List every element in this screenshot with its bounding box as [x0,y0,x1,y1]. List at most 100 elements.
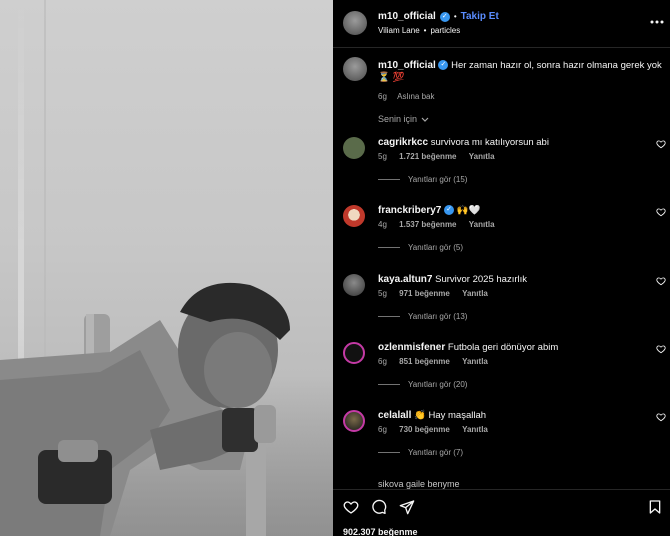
verified-badge-icon: ✓ [438,60,449,71]
sort-dropdown[interactable]: Senin için [378,114,429,124]
reply-button[interactable]: Yanıtla [462,425,488,434]
caption-block: m10_official ✓ Her zaman hazır ol, sonra… [378,60,663,103]
caption-username[interactable]: m10_official [378,60,436,71]
comment-avatar[interactable] [343,410,365,432]
caption-emoji: ⏳ 💯 [378,72,405,83]
comment-likes[interactable]: 1.721 beğenme [399,152,456,161]
comment-username[interactable]: kaya.altun7 [378,274,432,285]
comment-avatar[interactable] [343,205,365,227]
replies-divider [378,179,400,180]
reply-button[interactable]: Yanıtla [469,220,495,229]
comment-meta: 6g 851 beğenme Yanıtla [378,357,498,366]
like-comment-heart-icon[interactable] [656,207,666,217]
chevron-down-icon [421,117,429,122]
comment-age: 5g [378,289,387,298]
comment-avatar[interactable] [343,137,365,159]
sort-label: Senin için [378,114,418,124]
replies-divider [378,247,400,248]
post-like-count[interactable]: 902.307 beğenme [343,527,418,536]
comment-text: Futbola geri dönüyor abim [447,342,559,353]
comment-item: celalall 👏 Hay maşallah 6g 730 beğenme Y… [333,410,670,478]
comment-meta: 4g 1.537 beğenme Yanıtla [378,220,505,229]
comment-meta: 6g 730 beğenme Yanıtla [378,425,498,434]
post-photo [0,0,290,536]
comment-item: cagrikrkcc survivora mı katılıyorsun abi… [333,137,670,205]
author-username[interactable]: m10_official [378,11,436,22]
comment-likes[interactable]: 730 beğenme [399,425,450,434]
view-replies-label: Yanıtları gör (7) [408,448,463,457]
header-title-row: m10_official ✓ • Takip Et [378,11,499,22]
comment-likes[interactable]: 851 beğenme [399,357,450,366]
partially-visible-comment: sikova gaile benyme [378,479,460,489]
comment-body: celalall 👏 Hay maşallah [378,410,638,422]
comment-item: ozlenmisfener Futbola geri dönüyor abim … [333,342,670,410]
comment-age: 6g [378,425,387,434]
comment-item: kaya.altun7 Survivor 2025 hazırlık 5g 97… [333,274,670,342]
header-separator: • [453,12,457,21]
comment-text: 👏 Hay maşallah [414,410,487,421]
action-bar: 902.307 beğenme [333,489,670,536]
share-paper-plane-icon[interactable] [399,499,415,515]
verified-badge-icon: ✓ [439,11,450,22]
post-media[interactable] [0,0,333,536]
comment-text: survivora mı katılıyorsun abi [430,137,549,148]
comment-text: Survivor 2025 hazırlık [435,274,527,285]
comment-age: 6g [378,357,387,366]
view-replies-link[interactable]: Yanıtları gör (5) [378,243,463,252]
view-replies-label: Yanıtları gör (5) [408,243,463,252]
view-replies-link[interactable]: Yanıtları gör (20) [378,380,467,389]
reply-button[interactable]: Yanıtla [462,289,488,298]
author-avatar[interactable] [343,11,367,35]
audio-artist-link[interactable]: Viliam Lane [378,26,420,35]
comment-age: 5g [378,152,387,161]
more-options-icon[interactable] [650,20,664,24]
replies-divider [378,452,400,453]
replies-divider [378,384,400,385]
audio-separator: • [423,26,427,35]
caption-meta: 6g Aslına bak [378,91,663,103]
caption-avatar[interactable] [343,57,367,81]
reply-button[interactable]: Yanıtla [469,152,495,161]
comment-username[interactable]: cagrikrkcc [378,137,428,148]
audio-row: Viliam Lane • particles [378,26,460,35]
view-replies-label: Yanıtları gör (15) [408,175,468,184]
view-replies-link[interactable]: Yanıtları gör (15) [378,175,467,184]
comment-avatar[interactable] [343,342,365,364]
caption-age: 6g [378,92,387,101]
comment-body: kaya.altun7 Survivor 2025 hazırlık [378,274,638,286]
view-replies-link[interactable]: Yanıtları gör (7) [378,448,463,457]
caption-text: Her zaman hazır ol, sonra hazır olmana g… [451,60,662,71]
comment-body: ozlenmisfener Futbola geri dönüyor abim [378,342,638,354]
audio-track-link[interactable]: particles [430,26,460,35]
verified-badge-icon: ✓ [444,205,455,216]
like-comment-heart-icon[interactable] [656,276,666,286]
comment-item: franckribery7 ✓ 🙌🤍 4g 1.537 beğenme Yanı… [333,205,670,273]
like-heart-icon[interactable] [343,499,359,515]
see-translation-link[interactable]: Aslına bak [397,92,434,101]
follow-button[interactable]: Takip Et [461,11,499,22]
comment-username[interactable]: franckribery7 [378,205,441,216]
comment-meta: 5g 971 beğenme Yanıtla [378,289,498,298]
post-header: m10_official ✓ • Takip Et Viliam Lane • … [333,0,670,48]
comment-avatar[interactable] [343,274,365,296]
save-bookmark-icon[interactable] [647,499,663,515]
comment-text: 🙌🤍 [456,205,481,216]
comment-body: cagrikrkcc survivora mı katılıyorsun abi [378,137,638,149]
reply-button[interactable]: Yanıtla [462,357,488,366]
view-replies-label: Yanıtları gör (13) [408,312,468,321]
like-comment-heart-icon[interactable] [656,139,666,149]
comment-username[interactable]: celalall [378,410,411,421]
like-comment-heart-icon[interactable] [656,412,666,422]
comment-age: 4g [378,220,387,229]
replies-divider [378,316,400,317]
comment-bubble-icon[interactable] [371,499,387,515]
view-replies-link[interactable]: Yanıtları gör (13) [378,312,467,321]
post-side-panel: m10_official ✓ • Takip Et Viliam Lane • … [333,0,670,536]
comment-likes[interactable]: 1.537 beğenme [399,220,456,229]
comment-username[interactable]: ozlenmisfener [378,342,445,353]
comment-body: franckribery7 ✓ 🙌🤍 [378,205,638,217]
comment-meta: 5g 1.721 beğenme Yanıtla [378,152,505,161]
comment-likes[interactable]: 971 beğenme [399,289,450,298]
view-replies-label: Yanıtları gör (20) [408,380,468,389]
like-comment-heart-icon[interactable] [656,344,666,354]
